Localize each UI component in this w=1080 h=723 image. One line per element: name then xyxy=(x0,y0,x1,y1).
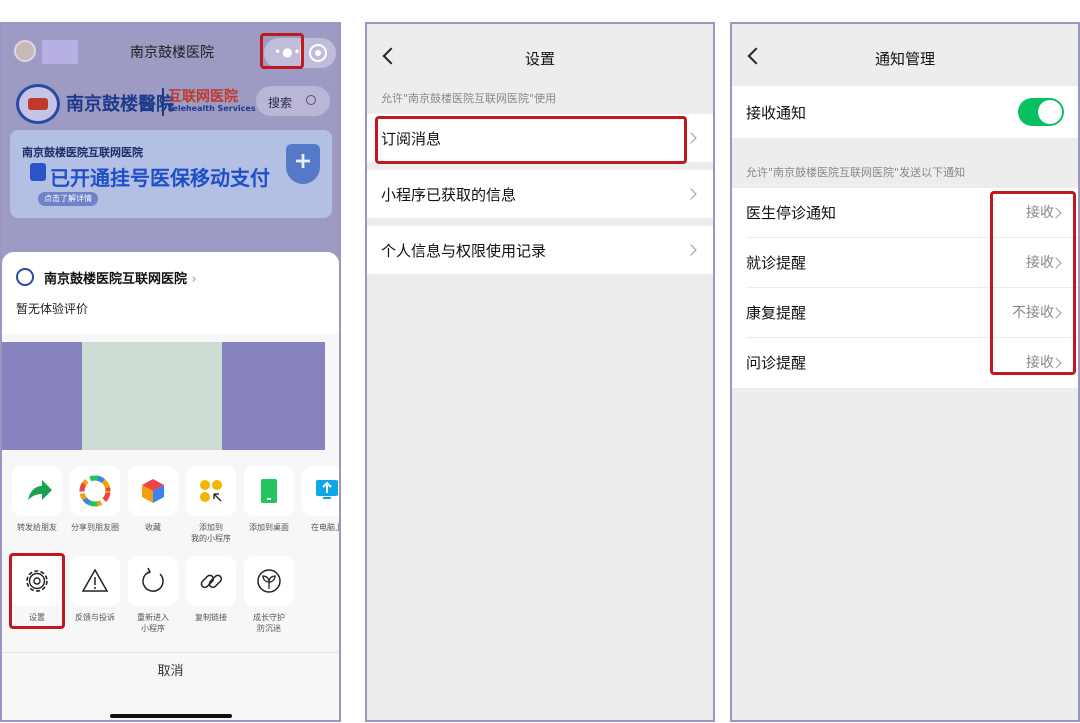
search-icon xyxy=(306,95,316,105)
item-label: 小程序已获取的信息 xyxy=(381,186,517,204)
desktop-icon xyxy=(261,479,277,503)
action-label: 在电脑上 xyxy=(311,523,341,532)
action-label: 重新进入 小程序 xyxy=(137,613,169,633)
logo-divider xyxy=(162,88,164,116)
action-label: 添加到 我的小程序 xyxy=(191,523,231,543)
highlight-more-button xyxy=(260,33,304,69)
settings-screen: 设置 允许"南京鼓楼医院互联网医院"使用 订阅消息 小程序已获取的信息 个人信息… xyxy=(365,22,715,722)
action-label: 收藏 xyxy=(145,523,161,532)
banner-details-link[interactable]: 点击了解详情 xyxy=(38,192,98,206)
banner-main-text: 已开通挂号医保移动支付 xyxy=(50,166,270,190)
banner-heading: 南京鼓楼医院互联网医院 xyxy=(22,146,143,159)
item-label: 就诊提醒 xyxy=(746,254,807,272)
computer-icon xyxy=(316,480,338,499)
action-label: 成长守护 防沉迷 xyxy=(253,613,285,633)
close-miniprogram-icon[interactable] xyxy=(309,44,327,62)
miniprogram-menu-screen: 南京鼓楼医院 •●• 南京鼓楼醫院 互联网医院 Telehealth Servi… xyxy=(0,22,341,722)
feedback-button[interactable]: 反馈与投诉 xyxy=(66,556,124,623)
action-label: 分享到朋友圈 xyxy=(71,523,119,532)
home-indicator xyxy=(110,714,232,718)
preview-right xyxy=(222,342,325,450)
miniprogram-name[interactable]: 南京鼓楼医院互联网医院 › xyxy=(44,268,197,287)
reenter-button[interactable]: 重新进入 小程序 xyxy=(124,556,182,634)
sheet-header: 南京鼓楼医院互联网医院 › 暂无体验评价 xyxy=(2,252,339,334)
chevron-right-icon xyxy=(685,132,697,144)
notification-management-screen: 通知管理 接收通知 允许"南京鼓楼医院互联网医院"发送以下通知 医生停诊通知 接… xyxy=(730,22,1080,722)
favorite-button[interactable]: 收藏 xyxy=(124,466,182,533)
action-label: 转发给朋友 xyxy=(17,523,57,532)
item-label: 接收通知 xyxy=(746,104,807,122)
nav-bar: 设置 xyxy=(367,24,713,84)
search-button[interactable]: 搜索 xyxy=(256,86,330,116)
item-label: 康复提醒 xyxy=(746,304,807,322)
receive-toggle[interactable] xyxy=(1018,98,1064,126)
share-moments-button[interactable]: 分享到朋友圈 xyxy=(66,466,124,533)
chevron-right-icon xyxy=(685,244,697,256)
highlight-values xyxy=(990,191,1076,375)
nav-bar: 通知管理 xyxy=(732,24,1078,84)
action-sheet: 南京鼓楼医院互联网医院 › 暂无体验评价 转发给朋友 分享到朋友圈 收藏 添加到… xyxy=(2,252,341,720)
warning-icon xyxy=(81,568,109,592)
preview-center xyxy=(82,342,222,450)
rating-text: 暂无体验评价 xyxy=(16,302,89,316)
chevron-right-icon xyxy=(685,188,697,200)
add-to-desktop-button[interactable]: 添加到桌面 xyxy=(240,466,298,533)
moments-icon xyxy=(79,475,111,507)
page-title: 设置 xyxy=(524,50,555,68)
open-on-computer-button[interactable]: 在电脑上 xyxy=(298,466,341,533)
cancel-divider xyxy=(2,652,339,653)
preview-left xyxy=(2,342,82,450)
page-title: 通知管理 xyxy=(874,50,935,68)
permission-caption: 允许"南京鼓楼医院互联网医院"使用 xyxy=(381,92,557,105)
card-icon xyxy=(30,163,46,181)
cancel-button[interactable]: 取消 xyxy=(2,656,339,679)
copy-link-button[interactable]: 复制链接 xyxy=(182,556,240,623)
hospital-mini-logo-icon xyxy=(16,268,34,286)
list-item-obtained-info[interactable]: 小程序已获取的信息 xyxy=(367,170,713,218)
favorite-cube-icon xyxy=(142,479,164,503)
hospital-logo-text: 南京鼓楼醫院 xyxy=(66,94,174,115)
list-item-privacy-record[interactable]: 个人信息与权限使用记录 xyxy=(367,226,713,274)
highlight-settings xyxy=(9,553,65,629)
reload-icon xyxy=(142,567,164,592)
receive-notification-row: 接收通知 xyxy=(732,86,1078,138)
share-arrow-icon xyxy=(28,480,52,500)
search-label: 搜索 xyxy=(268,96,293,110)
action-label: 复制链接 xyxy=(195,613,227,622)
user-name-redacted xyxy=(42,40,78,64)
shield-icon xyxy=(286,144,320,184)
avatar xyxy=(14,40,36,62)
sprout-icon xyxy=(257,569,281,593)
add-my-miniprogram-button[interactable]: 添加到 我的小程序 xyxy=(182,466,240,544)
hospital-emblem-icon xyxy=(16,84,60,124)
link-icon xyxy=(200,574,223,589)
item-label: 问诊提醒 xyxy=(746,354,807,372)
item-label: 个人信息与权限使用记录 xyxy=(381,242,547,260)
notify-caption: 允许"南京鼓楼医院互联网医院"发送以下通知 xyxy=(746,166,966,179)
logo-internet-hospital: 互联网医院 xyxy=(168,89,238,105)
action-label: 反馈与投诉 xyxy=(75,613,115,622)
logo-english: Telehealth Services xyxy=(168,104,256,113)
action-label: 添加到桌面 xyxy=(249,523,289,532)
forward-to-friend-button[interactable]: 转发给朋友 xyxy=(8,466,66,533)
page-title: 南京鼓楼医院 xyxy=(130,45,214,61)
highlight-subscribe xyxy=(375,116,687,164)
my-miniprogram-icon xyxy=(200,480,222,502)
preview-strip xyxy=(2,342,339,450)
growth-guard-button[interactable]: 成长守护 防沉迷 xyxy=(240,556,298,634)
item-label: 医生停诊通知 xyxy=(746,204,837,222)
